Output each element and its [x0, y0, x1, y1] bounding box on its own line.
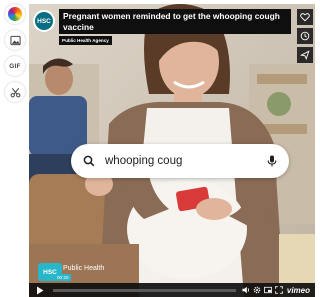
image-button[interactable]: [5, 30, 25, 50]
scissors-button[interactable]: [5, 82, 25, 102]
volume-button[interactable]: [241, 283, 251, 297]
like-button[interactable]: [297, 9, 313, 25]
pip-icon: [263, 286, 272, 294]
settings-icon: [253, 286, 261, 294]
search-query-text: whooping coug: [105, 155, 183, 167]
scissors-icon: [10, 87, 20, 97]
clock-icon: [300, 31, 310, 41]
color-picker-button[interactable]: [5, 4, 25, 24]
play-icon: [37, 286, 44, 294]
image-icon: [9, 35, 21, 45]
microphone-icon: [267, 155, 277, 167]
video-title[interactable]: Pregnant women reminded to get the whoop…: [59, 9, 291, 34]
video-player[interactable]: HSC Pregnant women reminded to get the w…: [29, 4, 315, 297]
brand-watermark-text: Public Health: [63, 265, 105, 272]
fullscreen-icon: [275, 286, 283, 294]
gif-button[interactable]: GIF: [5, 56, 25, 76]
channel-logo[interactable]: HSC: [33, 10, 55, 32]
time-tooltip: 00:20: [55, 274, 71, 281]
fullscreen-button[interactable]: [274, 283, 284, 297]
gif-icon: GIF: [9, 62, 21, 70]
watch-later-button[interactable]: [297, 28, 313, 44]
page: GIF HSC Pregnant women reminded to get t…: [0, 0, 315, 297]
control-bar: vimeo: [29, 283, 315, 297]
tool-rail: GIF: [2, 2, 28, 102]
search-icon: [83, 155, 95, 167]
pip-button[interactable]: [263, 283, 273, 297]
video-byline[interactable]: Public Health Agency: [59, 36, 112, 45]
heart-icon: [300, 13, 310, 22]
volume-icon: [242, 286, 249, 294]
color-wheel-icon: [8, 7, 22, 21]
title-overlay: HSC Pregnant women reminded to get the w…: [29, 4, 315, 52]
settings-button[interactable]: [252, 283, 262, 297]
channel-logo-text: HSC: [37, 17, 51, 25]
progress-bar[interactable]: [53, 288, 236, 292]
vimeo-logo[interactable]: vimeo: [287, 286, 310, 295]
side-actions: [297, 9, 313, 63]
share-icon: [300, 50, 310, 60]
play-button[interactable]: [29, 283, 51, 297]
share-button[interactable]: [297, 47, 313, 63]
video-search-graphic: whooping coug: [71, 144, 289, 178]
